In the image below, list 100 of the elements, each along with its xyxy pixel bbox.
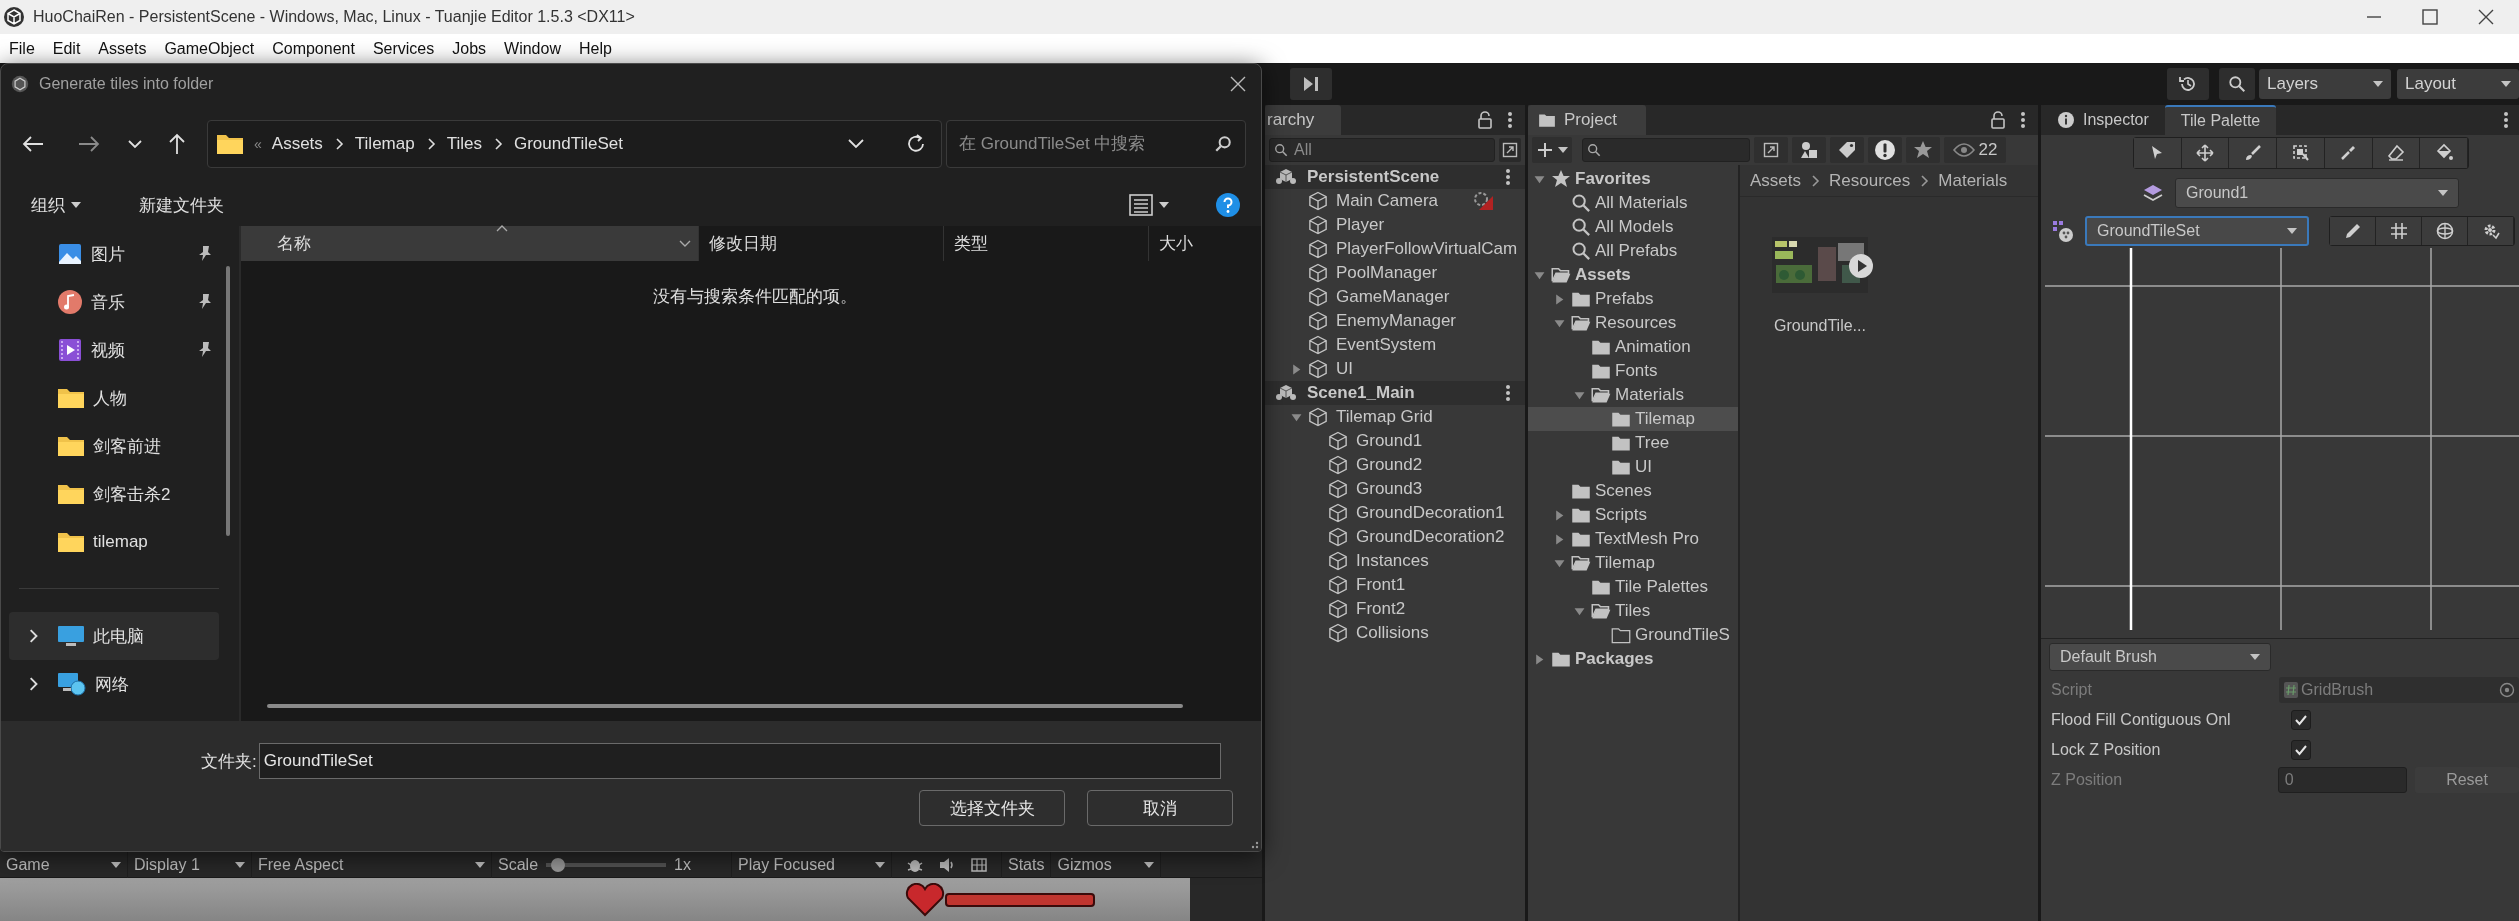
asset-name[interactable]: GroundTile... bbox=[1774, 317, 1866, 335]
brush-dropdown[interactable]: Default Brush bbox=[2049, 643, 2271, 671]
layout-dropdown[interactable]: Layout bbox=[2397, 69, 2519, 99]
hierarchy-item[interactable]: GroundDecoration2 bbox=[1356, 527, 1505, 547]
play-icon[interactable] bbox=[1848, 253, 1874, 279]
lock-icon[interactable] bbox=[1990, 111, 2006, 129]
checkbox[interactable] bbox=[2291, 710, 2311, 730]
foldout-arrow-icon[interactable] bbox=[1291, 411, 1302, 423]
menu-item[interactable]: Services bbox=[363, 39, 444, 58]
checkbox[interactable] bbox=[2291, 740, 2311, 760]
project-tree-item[interactable]: Tree bbox=[1528, 431, 1738, 455]
back-arrow-icon[interactable] bbox=[21, 134, 45, 154]
close-icon[interactable] bbox=[2477, 8, 2495, 26]
project-tree-item[interactable]: GroundTileS bbox=[1528, 623, 1738, 647]
path-segment[interactable]: Assets bbox=[271, 134, 323, 154]
grid-icon[interactable] bbox=[969, 855, 988, 874]
column-header[interactable]: 大小 bbox=[1149, 226, 1261, 261]
nav-item[interactable]: 音乐 bbox=[9, 278, 219, 326]
project-tree-item[interactable]: Tilemap bbox=[1528, 407, 1738, 431]
layers-dropdown[interactable]: Layers bbox=[2259, 69, 2391, 99]
foldout-arrow-icon[interactable] bbox=[1534, 653, 1545, 665]
palette-tool-button[interactable] bbox=[2468, 217, 2514, 245]
foldout-arrow-icon[interactable] bbox=[1554, 509, 1565, 521]
up-arrow-icon[interactable] bbox=[167, 132, 187, 156]
hierarchy-item[interactable]: Instances bbox=[1356, 551, 1429, 571]
hierarchy-item[interactable]: Front1 bbox=[1356, 575, 1406, 595]
project-tree-item[interactable]: Favorites bbox=[1528, 167, 1738, 191]
search-field[interactable]: All bbox=[1269, 138, 1495, 162]
project-tree-item[interactable]: Prefabs bbox=[1528, 287, 1738, 311]
menu-item[interactable]: Assets bbox=[89, 39, 156, 58]
issues-button[interactable] bbox=[1868, 137, 1902, 163]
scene-header[interactable]: PersistentScene bbox=[1265, 165, 1525, 189]
forward-arrow-icon[interactable] bbox=[77, 134, 101, 154]
foldout-arrow-icon[interactable] bbox=[1554, 557, 1565, 569]
nav-item[interactable]: 此电脑 bbox=[9, 612, 219, 660]
nav-item[interactable]: 剑客击杀2 bbox=[9, 470, 219, 518]
search-button[interactable] bbox=[2219, 68, 2255, 100]
path-segment[interactable]: Tiles bbox=[446, 134, 482, 154]
column-header[interactable]: 名称 bbox=[241, 226, 699, 261]
scene-search-button[interactable] bbox=[1499, 138, 1521, 162]
project-tree-item[interactable]: All Models bbox=[1528, 215, 1738, 239]
type-filter-button[interactable] bbox=[1792, 137, 1826, 163]
close-icon[interactable] bbox=[1229, 75, 1247, 93]
breadcrumb-item[interactable]: Resources bbox=[1829, 170, 1911, 191]
search-field[interactable] bbox=[1582, 138, 1750, 162]
project-tree-item[interactable]: TextMesh Pro bbox=[1528, 527, 1738, 551]
hierarchy-item[interactable]: PoolManager bbox=[1336, 263, 1438, 283]
foldout-arrow-icon[interactable] bbox=[1291, 363, 1302, 375]
help-icon[interactable] bbox=[1215, 192, 1241, 218]
scene-header[interactable]: Scene1_Main bbox=[1265, 381, 1525, 405]
project-tree-item[interactable]: Scenes bbox=[1528, 479, 1738, 503]
tool-button[interactable] bbox=[2420, 138, 2469, 168]
tool-button[interactable] bbox=[2181, 138, 2230, 168]
history-button[interactable] bbox=[2167, 68, 2209, 100]
project-tree-item[interactable]: Tiles bbox=[1528, 599, 1738, 623]
more-options-icon[interactable] bbox=[1505, 168, 1511, 186]
project-tree-item[interactable]: All Materials bbox=[1528, 191, 1738, 215]
foldout-arrow-icon[interactable] bbox=[1574, 605, 1585, 617]
organize-menu[interactable]: 组织 bbox=[31, 193, 65, 217]
create-button[interactable] bbox=[1532, 137, 1572, 163]
menu-item[interactable]: Window bbox=[495, 39, 570, 58]
maximize-icon[interactable] bbox=[2421, 8, 2439, 26]
layer-dropdown[interactable]: Ground1 bbox=[2175, 178, 2459, 208]
palette-tool-button[interactable] bbox=[2376, 217, 2422, 245]
nav-item[interactable]: tilemap bbox=[9, 518, 219, 566]
select-folder-button[interactable]: 选择文件夹 bbox=[919, 790, 1065, 826]
menu-item[interactable]: Help bbox=[569, 39, 621, 58]
nav-item[interactable]: 图片 bbox=[9, 230, 219, 278]
more-options-icon[interactable] bbox=[2503, 111, 2509, 129]
nav-item[interactable]: 视频 bbox=[9, 326, 219, 374]
foldout-arrow-icon[interactable] bbox=[1574, 389, 1585, 401]
hidden-packages-button[interactable]: 22 bbox=[1944, 137, 2006, 163]
hierarchy-item[interactable]: EventSystem bbox=[1336, 335, 1437, 355]
hierarchy-item[interactable]: Ground2 bbox=[1356, 455, 1423, 475]
more-options-icon[interactable] bbox=[1507, 111, 1513, 129]
chevron-down-icon[interactable] bbox=[127, 138, 143, 150]
project-tree-item[interactable]: All Prefabs bbox=[1528, 239, 1738, 263]
hierarchy-item[interactable]: Ground1 bbox=[1356, 431, 1423, 451]
hierarchy-item[interactable]: PlayerFollowVirtualCam bbox=[1336, 239, 1518, 259]
project-tree-item[interactable]: Resources bbox=[1528, 311, 1738, 335]
cancel-button[interactable]: 取消 bbox=[1087, 790, 1233, 826]
hierarchy-item[interactable]: Main Camera bbox=[1336, 191, 1439, 211]
project-tree-item[interactable]: Tilemap bbox=[1528, 551, 1738, 575]
breadcrumb-item[interactable]: Materials bbox=[1938, 170, 2008, 191]
lock-icon[interactable] bbox=[1477, 111, 1493, 129]
foldout-arrow-icon[interactable] bbox=[1554, 293, 1565, 305]
nav-item[interactable]: 剑客前进 bbox=[9, 422, 219, 470]
step-button[interactable] bbox=[1290, 68, 1332, 100]
path-segment[interactable]: Tilemap bbox=[354, 134, 415, 154]
foldout-arrow-icon[interactable] bbox=[1554, 533, 1565, 545]
project-tree-item[interactable]: Fonts bbox=[1528, 359, 1738, 383]
palette-tool-button[interactable] bbox=[2422, 217, 2468, 245]
hierarchy-tab[interactable]: rarchy bbox=[1265, 105, 1341, 135]
tool-button[interactable] bbox=[2277, 138, 2325, 168]
tool-button[interactable] bbox=[2229, 138, 2278, 168]
hierarchy-item[interactable]: EnemyManager bbox=[1336, 311, 1456, 331]
label-filter-button[interactable] bbox=[1830, 137, 1864, 163]
menu-item[interactable]: Jobs bbox=[443, 39, 496, 58]
folder-name-field[interactable]: GroundTileSet bbox=[258, 743, 1221, 779]
project-tree-item[interactable]: Assets bbox=[1528, 263, 1738, 287]
